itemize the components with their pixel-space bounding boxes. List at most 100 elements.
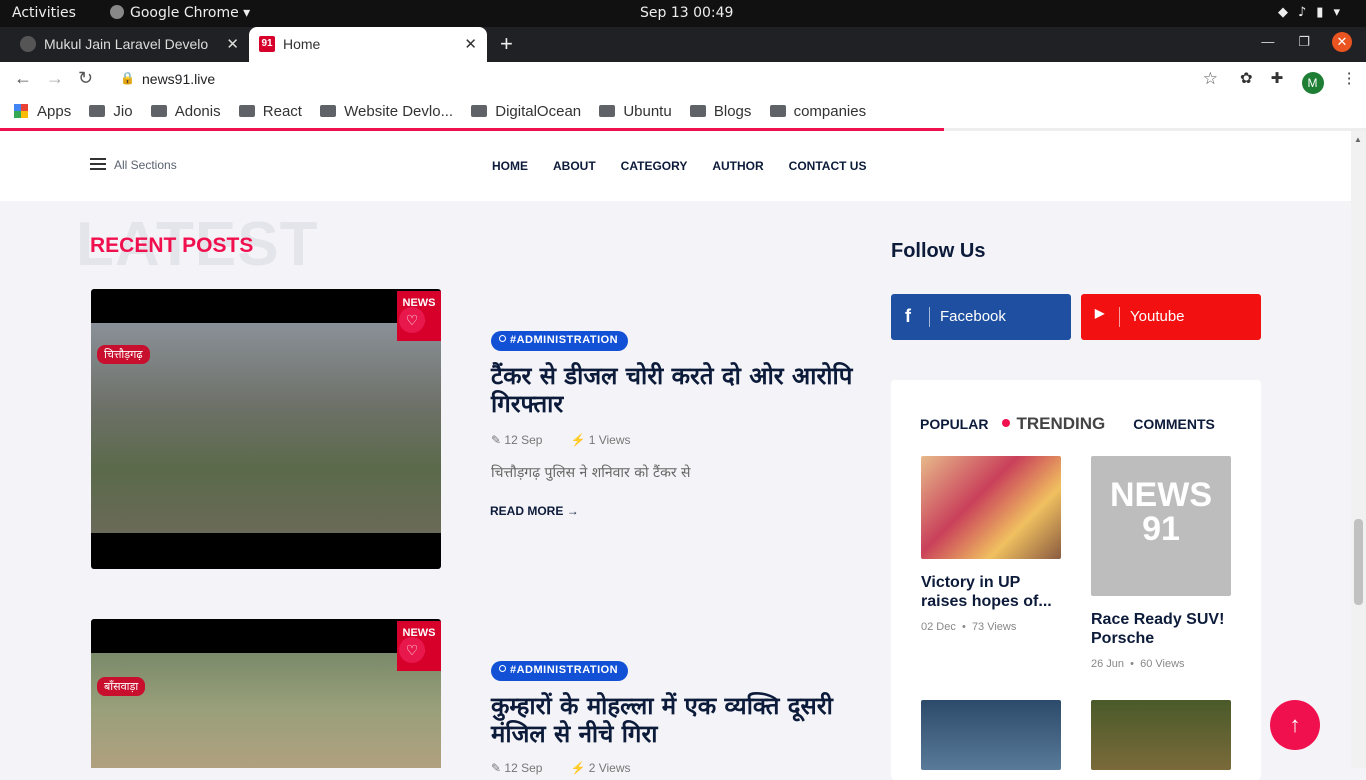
bookmark-folder[interactable]: Ubuntu (599, 103, 672, 120)
youtube-button[interactable]: ▶ Youtube (1081, 294, 1261, 340)
scroll-to-top-button[interactable]: ↑ (1270, 700, 1320, 750)
category-badge[interactable]: #ADMINISTRATION (491, 331, 629, 351)
browser-toolbar: ← → ↻ 🔒 news91.live ☆ ✿ ✚ M ⋮ (0, 62, 1366, 96)
bookmark-label: companies (793, 103, 867, 120)
bookmark-folder[interactable]: React (238, 103, 302, 120)
system-top-bar: Activities Google Chrome ▾ Sep 13 00:49 … (0, 0, 1366, 27)
card-date: 02 Dec (921, 621, 956, 633)
card-thumbnail (1091, 700, 1231, 770)
facebook-label: Facebook (940, 308, 1006, 325)
nav-contact-us[interactable]: CONTACT US (789, 159, 867, 173)
read-more-label: READ MORE (490, 504, 564, 518)
card-views: 73 Views (971, 621, 1017, 633)
follow-us-title: Follow Us (891, 240, 986, 262)
views-icon: ⚡ 2 Views (570, 761, 631, 775)
close-tab-icon[interactable]: ✕ (464, 35, 477, 53)
bookmark-folder[interactable]: Adonis (150, 103, 221, 120)
window-controls: — ❐ ✕ (1237, 32, 1352, 52)
location-tag: चित्तौड़गढ़ (97, 345, 150, 364)
post-date: 12 Sep (504, 761, 543, 775)
facebook-button[interactable]: f Facebook (891, 294, 1071, 340)
pencil-icon: ✎ 12 Sep (491, 433, 543, 447)
scroll-up-icon[interactable]: ▲ (1354, 135, 1362, 144)
minimize-icon[interactable]: — (1261, 34, 1274, 49)
puzzle-icon[interactable]: ✚ (1271, 70, 1284, 87)
apps-grid-icon (14, 104, 28, 118)
bookmark-label: Adonis (174, 103, 221, 120)
location-tag: बाँसवाड़ा (97, 677, 146, 696)
bookmark-folder[interactable]: Website Devlo... (320, 103, 453, 120)
reload-icon[interactable]: ↻ (78, 68, 93, 89)
bookmarks-bar: Apps Jio Adonis React Website Devlo... D… (0, 96, 1366, 128)
all-sections-menu[interactable]: All Sections (90, 158, 177, 172)
address-bar[interactable]: 🔒 news91.live ☆ (108, 64, 1228, 94)
widget-card[interactable]: NEWS91 Race Ready SUV! Porsche Cayenne..… (1091, 456, 1231, 670)
close-tab-icon[interactable]: ✕ (226, 35, 239, 53)
youtube-label: Youtube (1130, 308, 1185, 325)
card-title[interactable]: Victory in UP raises hopes of... (921, 573, 1061, 611)
read-more-link[interactable]: READ MORE → (490, 504, 579, 518)
active-dot-icon (1002, 419, 1011, 427)
profile-avatar[interactable]: M (1301, 72, 1324, 94)
bookmark-label: Blogs (713, 103, 752, 120)
page-scrollbar[interactable]: ▲ (1351, 131, 1366, 768)
close-window-icon[interactable]: ✕ (1332, 32, 1352, 52)
lock-icon[interactable]: 🔒 (120, 71, 135, 85)
arrow-right-icon: → (566, 504, 579, 518)
bookmark-label: Website Devlo... (344, 103, 454, 120)
bookmark-label: React (262, 103, 302, 120)
nav-home[interactable]: HOME (492, 159, 528, 173)
folder-icon (238, 105, 255, 117)
app-menu[interactable]: Google Chrome ▾ (110, 5, 250, 21)
post-views: 2 Views (588, 761, 631, 775)
bookmark-star-icon[interactable]: ☆ (1203, 69, 1218, 89)
widget-card[interactable]: Victory in UP raises hopes of... 02 Dec … (921, 456, 1061, 633)
tab-mukul-jain[interactable]: Mukul Jain Laravel Develo ✕ (0, 27, 249, 62)
maximize-icon[interactable]: ❐ (1298, 34, 1310, 50)
folder-icon (320, 105, 337, 117)
activities-button[interactable]: Activities (12, 5, 76, 21)
bookmark-folder[interactable]: Blogs (689, 103, 752, 120)
tab-home[interactable]: 91 Home ✕ (249, 27, 487, 62)
forward-icon[interactable]: → (46, 68, 64, 89)
kebab-menu-icon[interactable]: ⋮ (1342, 70, 1357, 87)
clock[interactable]: Sep 13 00:49 (640, 5, 733, 21)
tab-comments[interactable]: COMMENTS (1133, 416, 1215, 432)
bookmark-folder[interactable]: companies (769, 103, 867, 120)
post-excerpt: चित्तौड़गढ़ पुलिस ने शनिवार को टैंकर से (491, 465, 691, 481)
post-thumbnail[interactable]: बाँसवाड़ा NEWS91 ♡ (91, 619, 441, 768)
folder-icon (689, 105, 706, 117)
bookmark-folder[interactable]: Jio (89, 103, 133, 120)
tab-popular[interactable]: POPULAR (920, 416, 988, 432)
post-views: 1 Views (588, 433, 631, 447)
back-icon[interactable]: ← (14, 68, 32, 89)
bookmark-folder[interactable]: DigitalOcean (471, 103, 581, 120)
hamburger-icon (90, 158, 106, 170)
new-tab-button[interactable]: + (500, 31, 513, 57)
recent-posts-title: RECENT POSTS (90, 234, 254, 257)
card-thumbnail (921, 700, 1061, 770)
nav-category[interactable]: CATEGORY (621, 159, 688, 173)
widget-card[interactable] (921, 700, 1061, 770)
post-title[interactable]: कुम्हारों के मोहल्ला में एक व्यक्ति दूसर… (491, 692, 871, 748)
news91-favicon-icon: 91 (259, 36, 275, 52)
main-nav: HOME ABOUT CATEGORY AUTHOR CONTACT US (492, 159, 891, 173)
tab-trending-label: TRENDING (1016, 414, 1106, 433)
heart-icon[interactable]: ♡ (399, 637, 425, 663)
scrollbar-thumb[interactable] (1354, 519, 1363, 605)
bookmark-apps[interactable]: Apps (14, 103, 71, 120)
nav-author[interactable]: AUTHOR (712, 159, 763, 173)
widget-card[interactable] (1091, 700, 1231, 770)
card-meta: 26 Jun • 60 Views (1091, 658, 1185, 670)
tab-trending[interactable]: TRENDING (1002, 414, 1119, 433)
post-thumbnail[interactable]: चित्तौड़गढ़ NEWS91 ♡ (91, 289, 441, 569)
system-tray[interactable]: ◆♪▮▾ (1278, 5, 1350, 20)
post-title[interactable]: टैंकर से डीजल चोरी करते दो ओर आरोपि गिरफ… (491, 362, 871, 418)
card-title[interactable]: Race Ready SUV! Porsche Cayenne... (1091, 610, 1231, 648)
pencil-icon: ✎ 12 Sep (491, 761, 543, 775)
heart-icon[interactable]: ♡ (399, 307, 425, 333)
category-badge[interactable]: #ADMINISTRATION (491, 661, 629, 681)
arrow-up-icon: ↑ (1289, 712, 1301, 737)
nav-about[interactable]: ABOUT (553, 159, 596, 173)
extension-icon[interactable]: ✿ (1240, 70, 1253, 87)
